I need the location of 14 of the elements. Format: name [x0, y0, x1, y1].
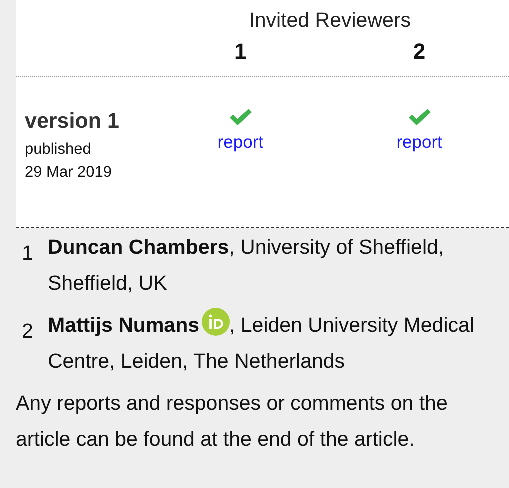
reviewer-number: 1: [234, 39, 247, 64]
affiliation-text: Duncan Chambers, University of Sheffield, Sheffield, UK: [48, 235, 446, 297]
reviewer-number: 2: [413, 39, 426, 64]
affiliation-number: 1: [21, 241, 34, 267]
affiliation-number: 2: [21, 319, 34, 345]
orcid-icon[interactable]: [202, 308, 230, 336]
reports-note: Any reports and responses or comments on the article can be found at the end of the article.: [16, 391, 449, 453]
report-link[interactable]: report: [218, 132, 264, 153]
reviewers-heading: Invited Reviewers: [248, 9, 412, 33]
affiliation-text: Mattijs Numans , Leiden University Medical Centre, Leiden, The Netherlands: [48, 308, 509, 380]
published-label: published: [25, 140, 92, 160]
version-title: version 1: [25, 109, 120, 134]
report-link[interactable]: report: [396, 132, 442, 153]
published-date: 29 Mar 2019: [25, 163, 114, 183]
